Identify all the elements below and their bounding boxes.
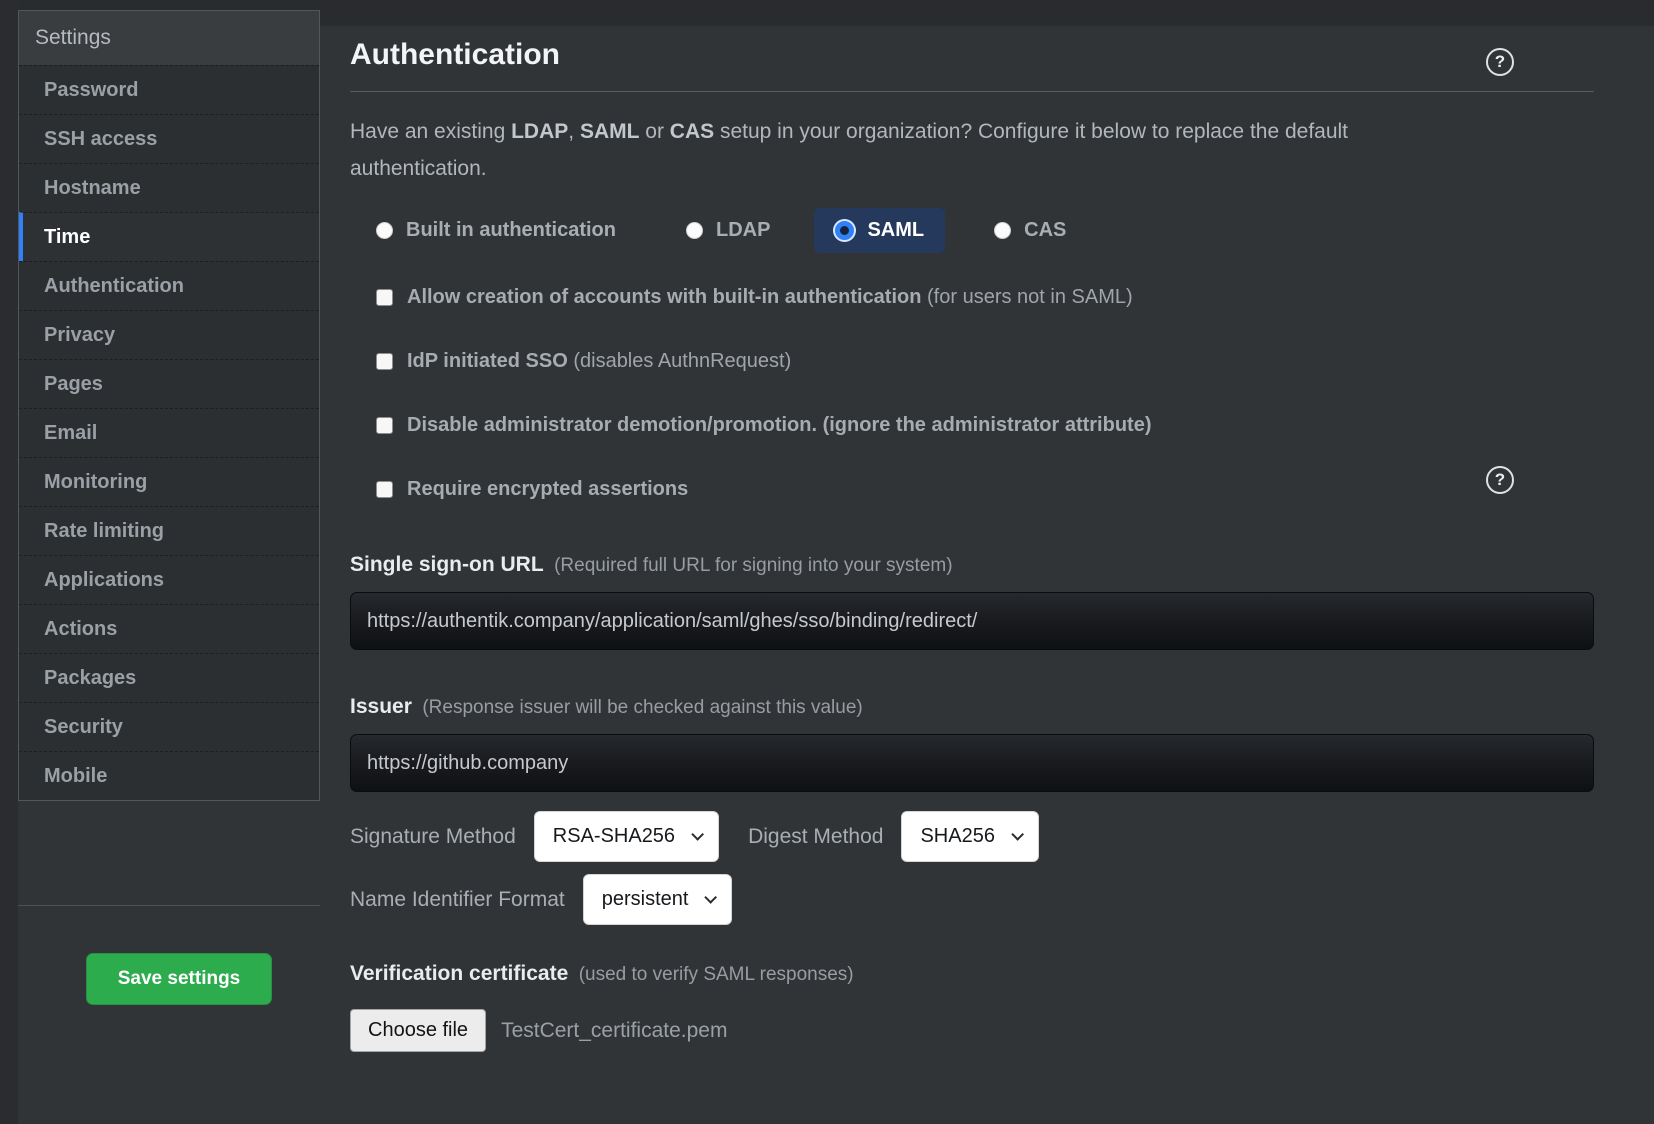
chevron-down-icon	[1011, 828, 1024, 841]
sidebar-item-mobile[interactable]: Mobile	[19, 751, 319, 800]
method-selects-row: Signature Method RSA-SHA256 Digest Metho…	[350, 811, 1594, 862]
radio-built-in-authentication[interactable]: Built in authentication	[376, 219, 616, 242]
sidebar-item-privacy[interactable]: Privacy	[19, 310, 319, 359]
checkbox-label-normal: (for users not in SAML)	[921, 286, 1132, 308]
sidebar-item-hostname[interactable]: Hostname	[19, 163, 319, 212]
digest-method-select[interactable]: SHA256	[901, 811, 1039, 862]
verification-cert-label: Verification certificate	[350, 962, 568, 985]
checkbox-label-bold: Disable administrator demotion/promotion…	[407, 414, 1152, 436]
name-id-format-label: Name Identifier Format	[350, 888, 565, 912]
sidebar-item-authentication[interactable]: Authentication	[19, 261, 319, 310]
checkbox-disable-admin-demotion[interactable]: Disable administrator demotion/promotion…	[350, 414, 1594, 437]
sidebar-item-email[interactable]: Email	[19, 408, 319, 457]
authentication-panel: Authentication Have an existing LDAP, SA…	[350, 0, 1594, 1052]
checkbox-icon	[376, 289, 393, 306]
sso-url-label: Single sign-on URL	[350, 553, 544, 576]
checkbox-label: IdP initiated SSO (disables AuthnRequest…	[407, 350, 791, 373]
sidebar-divider	[18, 905, 320, 906]
intro-saml: SAML	[580, 120, 640, 143]
auth-method-radio-group: Built in authentication LDAP SAML CAS	[350, 208, 1594, 253]
radio-selected-icon	[835, 221, 854, 240]
intro-cas: CAS	[670, 120, 714, 143]
checkbox-idp-initiated-sso[interactable]: IdP initiated SSO (disables AuthnRequest…	[350, 350, 1594, 373]
intro-ldap: LDAP	[511, 120, 568, 143]
sidebar-header: Settings	[19, 11, 319, 65]
name-id-format-row: Name Identifier Format persistent	[350, 874, 1594, 925]
intro-segment: ,	[568, 120, 580, 143]
checkbox-label-bold: IdP initiated SSO	[407, 350, 568, 372]
radio-ldap[interactable]: LDAP	[686, 219, 770, 242]
issuer-section: Issuer (Response issuer will be checked …	[350, 695, 1594, 792]
issuer-input[interactable]	[350, 734, 1594, 792]
sso-url-hint: (Required full URL for signing into your…	[554, 555, 952, 576]
sidebar-item-pages[interactable]: Pages	[19, 359, 319, 408]
sidebar-item-password[interactable]: Password	[19, 65, 319, 114]
sidebar-item-applications[interactable]: Applications	[19, 555, 319, 604]
checkbox-label: Disable administrator demotion/promotion…	[407, 414, 1152, 437]
signature-method-select[interactable]: RSA-SHA256	[534, 811, 719, 862]
sidebar-item-actions[interactable]: Actions	[19, 604, 319, 653]
sidebar-item-ssh-access[interactable]: SSH access	[19, 114, 319, 163]
issuer-label-row: Issuer (Response issuer will be checked …	[350, 695, 1594, 719]
radio-icon	[376, 222, 393, 239]
checkbox-require-encrypted-assertions[interactable]: Require encrypted assertions	[350, 478, 1594, 501]
checkbox-label: Allow creation of accounts with built-in…	[407, 286, 1133, 309]
checkbox-allow-builtin-accounts[interactable]: Allow creation of accounts with built-in…	[350, 286, 1594, 309]
chevron-down-icon	[691, 828, 704, 841]
checkbox-icon	[376, 481, 393, 498]
name-id-format-value: persistent	[602, 888, 689, 911]
sidebar-item-packages[interactable]: Packages	[19, 653, 319, 702]
intro-text: Have an existing LDAP, SAML or CAS setup…	[350, 113, 1460, 187]
sidebar-item-rate-limiting[interactable]: Rate limiting	[19, 506, 319, 555]
checkbox-label-bold: Allow creation of accounts with built-in…	[407, 286, 921, 308]
checkbox-icon	[376, 353, 393, 370]
save-settings-button[interactable]: Save settings	[86, 953, 272, 1005]
radio-label: CAS	[1024, 219, 1066, 242]
digest-method-label: Digest Method	[748, 825, 883, 849]
sidebar-item-monitoring[interactable]: Monitoring	[19, 457, 319, 506]
checkbox-icon	[376, 417, 393, 434]
issuer-label: Issuer	[350, 695, 412, 718]
title-divider	[350, 91, 1594, 92]
sso-url-section: Single sign-on URL (Required full URL fo…	[350, 553, 1594, 650]
radio-label: SAML	[867, 219, 924, 242]
file-upload-row: Choose file TestCert_certificate.pem	[350, 1009, 1594, 1052]
settings-sidebar: Settings Password SSH access Hostname Ti…	[18, 10, 320, 801]
radio-icon	[994, 222, 1011, 239]
signature-method-label: Signature Method	[350, 825, 516, 849]
verification-cert-hint: (used to verify SAML responses)	[579, 964, 854, 985]
chevron-down-icon	[705, 891, 718, 904]
radio-label: Built in authentication	[406, 219, 616, 242]
sso-url-input[interactable]	[350, 592, 1594, 650]
sso-url-label-row: Single sign-on URL (Required full URL fo…	[350, 553, 1594, 577]
radio-saml[interactable]: SAML	[814, 208, 945, 253]
sidebar-item-time[interactable]: Time	[19, 212, 319, 261]
checkbox-label-bold: Require encrypted assertions	[407, 478, 688, 500]
radio-cas[interactable]: CAS	[994, 219, 1066, 242]
intro-segment: or	[639, 120, 669, 143]
radio-icon	[686, 222, 703, 239]
signature-method-value: RSA-SHA256	[553, 825, 675, 848]
verification-cert-label-row: Verification certificate (used to verify…	[350, 962, 1594, 986]
digest-method-value: SHA256	[920, 825, 995, 848]
selected-file-name: TestCert_certificate.pem	[501, 1019, 727, 1043]
intro-segment: Have an existing	[350, 120, 511, 143]
sidebar-item-security[interactable]: Security	[19, 702, 319, 751]
choose-file-button[interactable]: Choose file	[350, 1009, 486, 1052]
page-title: Authentication	[350, 38, 1594, 72]
checkbox-label-normal: (disables AuthnRequest)	[568, 350, 791, 372]
issuer-hint: (Response issuer will be checked against…	[422, 697, 862, 718]
radio-label: LDAP	[716, 219, 770, 242]
verification-cert-section: Verification certificate (used to verify…	[350, 962, 1594, 1052]
name-id-format-select[interactable]: persistent	[583, 874, 733, 925]
checkbox-label: Require encrypted assertions	[407, 478, 688, 501]
page-left-gutter	[0, 0, 18, 1124]
